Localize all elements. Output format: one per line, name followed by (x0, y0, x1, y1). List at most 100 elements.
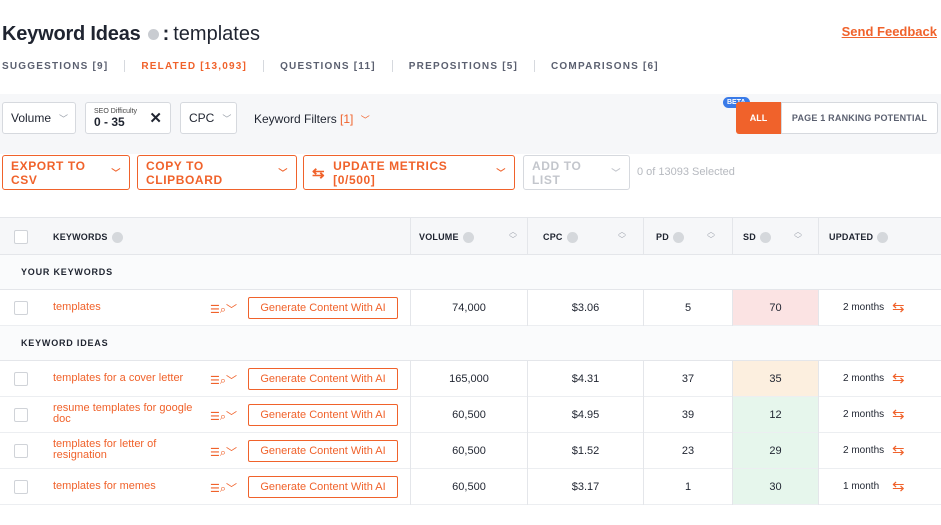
sort-icon[interactable]: ︿ ﹀ (707, 228, 715, 244)
refresh-icon[interactable]: ⇆ (892, 405, 905, 423)
seo-difficulty-filter[interactable]: SEO Difficulty 0 - 35 ✕ (85, 102, 171, 134)
row-checkbox[interactable] (14, 372, 28, 386)
info-icon[interactable] (759, 231, 771, 243)
generate-content-button[interactable]: Generate Content With AI (248, 368, 398, 390)
export-csv-button[interactable]: EXPORT TO CSV ﹀ (2, 155, 130, 190)
row-checkbox[interactable] (14, 301, 28, 315)
volume-cell: 74,000 (452, 301, 486, 314)
col-updated[interactable]: UPDATED (829, 218, 889, 256)
volume-cell: 60,500 (452, 408, 486, 421)
search-term: templates (173, 22, 260, 45)
sd-cell: 12 (733, 397, 818, 432)
table-row[interactable]: templates for letter of resignation ☰⌕﹀ … (0, 433, 941, 469)
serp-analysis-icon[interactable]: ☰⌕﹀ (210, 372, 237, 388)
add-to-list-label: ADD TO LIST (532, 158, 582, 187)
refresh-icon[interactable]: ⇆ (892, 441, 905, 459)
tab-comparisons[interactable]: COMPARISONS [6] (551, 61, 675, 72)
serp-analysis-icon[interactable]: ☰⌕﹀ (210, 301, 237, 317)
chevron-down-icon: ﹀ (278, 168, 288, 178)
sd-cell: 29 (733, 433, 818, 468)
close-icon[interactable]: ✕ (149, 109, 162, 127)
sd-cell: 70 (733, 290, 818, 325)
generate-content-button[interactable]: Generate Content With AI (248, 476, 398, 498)
serp-analysis-icon[interactable]: ☰⌕﹀ (210, 480, 237, 496)
sort-icon[interactable]: ︿ ﹀ (794, 228, 802, 244)
table-row[interactable]: resume templates for google doc ☰⌕﹀ Gene… (0, 397, 941, 433)
table-row[interactable]: templates for a cover letter ☰⌕﹀ Generat… (0, 361, 941, 397)
tab-related[interactable]: RELATED [13,093] (141, 61, 263, 72)
send-feedback-link[interactable]: Send Feedback (842, 24, 937, 39)
col-cpc-label: CPC (543, 232, 563, 242)
keywords-table: KEYWORDS VOLUME ︿ ﹀ CPC ︿ ﹀ PD ︿ ﹀ SD ︿ ﹀ UP… (0, 217, 941, 505)
column-divider (643, 218, 644, 256)
info-icon[interactable] (147, 28, 159, 40)
selected-count: 0 of 13093 Selected (637, 166, 735, 178)
section-label: KEYWORD IDEAS (21, 338, 109, 348)
info-icon[interactable] (111, 231, 123, 243)
sd-filter-value: 0 - 35 (94, 115, 125, 129)
info-icon[interactable] (672, 231, 684, 243)
refresh-icon[interactable]: ⇆ (892, 369, 905, 387)
volume-cell: 165,000 (449, 372, 489, 385)
keyword-link[interactable]: templates for a cover letter (53, 373, 203, 384)
update-metrics-label: UPDATE METRICS [0/500] (333, 158, 448, 187)
col-volume[interactable]: VOLUME (419, 218, 474, 256)
keyword-filters-dropdown[interactable]: Keyword Filters [1] ﹀ (254, 112, 370, 126)
chevron-down-icon: ﹀ (222, 113, 232, 124)
cpc-cell: $4.31 (571, 372, 600, 385)
refresh-icon[interactable]: ⇆ (892, 298, 905, 316)
generate-content-button[interactable]: Generate Content With AI (248, 440, 398, 462)
info-icon[interactable] (462, 231, 474, 243)
table-row[interactable]: templates for memes ☰⌕﹀ Generate Content… (0, 469, 941, 505)
tab-suggestions[interactable]: SUGGESTIONS [9] (2, 61, 124, 72)
updated-cell: 2 months (843, 445, 885, 456)
segment-page1-ranking-button[interactable]: PAGE 1 RANKING POTENTIAL (781, 102, 938, 134)
generate-content-button[interactable]: Generate Content With AI (248, 297, 398, 319)
pd-cell: 5 (684, 301, 692, 314)
column-divider (818, 433, 819, 469)
select-all-checkbox[interactable] (14, 230, 28, 244)
tab-prepositions[interactable]: PREPOSITIONS [5] (409, 61, 534, 72)
column-divider (818, 290, 819, 326)
filter-bar: Volume ﹀ SEO Difficulty 0 - 35 ✕ CPC ﹀ K… (0, 94, 941, 154)
keyword-link[interactable]: templates for letter of resignation (53, 439, 193, 461)
table-row[interactable]: templates ☰⌕﹀ Generate Content With AI 7… (0, 290, 941, 326)
segment-all-button[interactable]: ALL (736, 102, 781, 134)
info-icon[interactable] (877, 231, 889, 243)
generate-content-button[interactable]: Generate Content With AI (248, 404, 398, 426)
col-pd[interactable]: PD (656, 218, 684, 256)
update-metrics-button[interactable]: ⇆ UPDATE METRICS [0/500] ﹀ (303, 155, 515, 190)
refresh-icon[interactable]: ⇆ (892, 477, 905, 495)
col-cpc[interactable]: CPC (543, 218, 578, 256)
row-checkbox[interactable] (14, 480, 28, 494)
volume-filter[interactable]: Volume ﹀ (2, 102, 76, 134)
title-separator: : (162, 22, 170, 45)
keyword-link[interactable]: templates (53, 302, 203, 313)
serp-analysis-icon[interactable]: ☰⌕﹀ (210, 444, 237, 460)
cpc-filter[interactable]: CPC ﹀ (180, 102, 237, 134)
sort-icon[interactable]: ︿ ﹀ (509, 228, 517, 244)
keyword-filters-count: [1] (340, 112, 354, 126)
title-label: Keyword Ideas (2, 22, 141, 45)
row-checkbox[interactable] (14, 444, 28, 458)
col-keywords[interactable]: KEYWORDS (53, 218, 123, 256)
pd-cell: 1 (684, 480, 692, 493)
col-pd-label: PD (656, 232, 669, 242)
row-checkbox[interactable] (14, 408, 28, 422)
keyword-link[interactable]: templates for memes (53, 481, 203, 492)
tab-questions[interactable]: QUESTIONS [11] (280, 61, 392, 72)
cpc-cell: $3.17 (571, 480, 600, 493)
cpc-cell: $1.52 (571, 444, 600, 457)
table-header: KEYWORDS VOLUME ︿ ﹀ CPC ︿ ﹀ PD ︿ ﹀ SD ︿ ﹀ UP… (0, 217, 941, 256)
sd-cell: 30 (733, 469, 818, 504)
serp-analysis-icon[interactable]: ☰⌕﹀ (210, 408, 237, 424)
keyword-link[interactable]: resume templates for google doc (53, 403, 193, 425)
add-to-list-button[interactable]: ADD TO LIST ﹀ (523, 155, 630, 190)
updated-cell: 2 months (843, 409, 885, 420)
tab-divider (263, 60, 265, 72)
col-sd[interactable]: SD (743, 218, 771, 256)
sort-icon[interactable]: ︿ ﹀ (618, 228, 626, 244)
export-csv-label: EXPORT TO CSV (11, 158, 86, 187)
copy-clipboard-button[interactable]: COPY TO CLIPBOARD ﹀ (137, 155, 297, 190)
info-icon[interactable] (566, 231, 578, 243)
